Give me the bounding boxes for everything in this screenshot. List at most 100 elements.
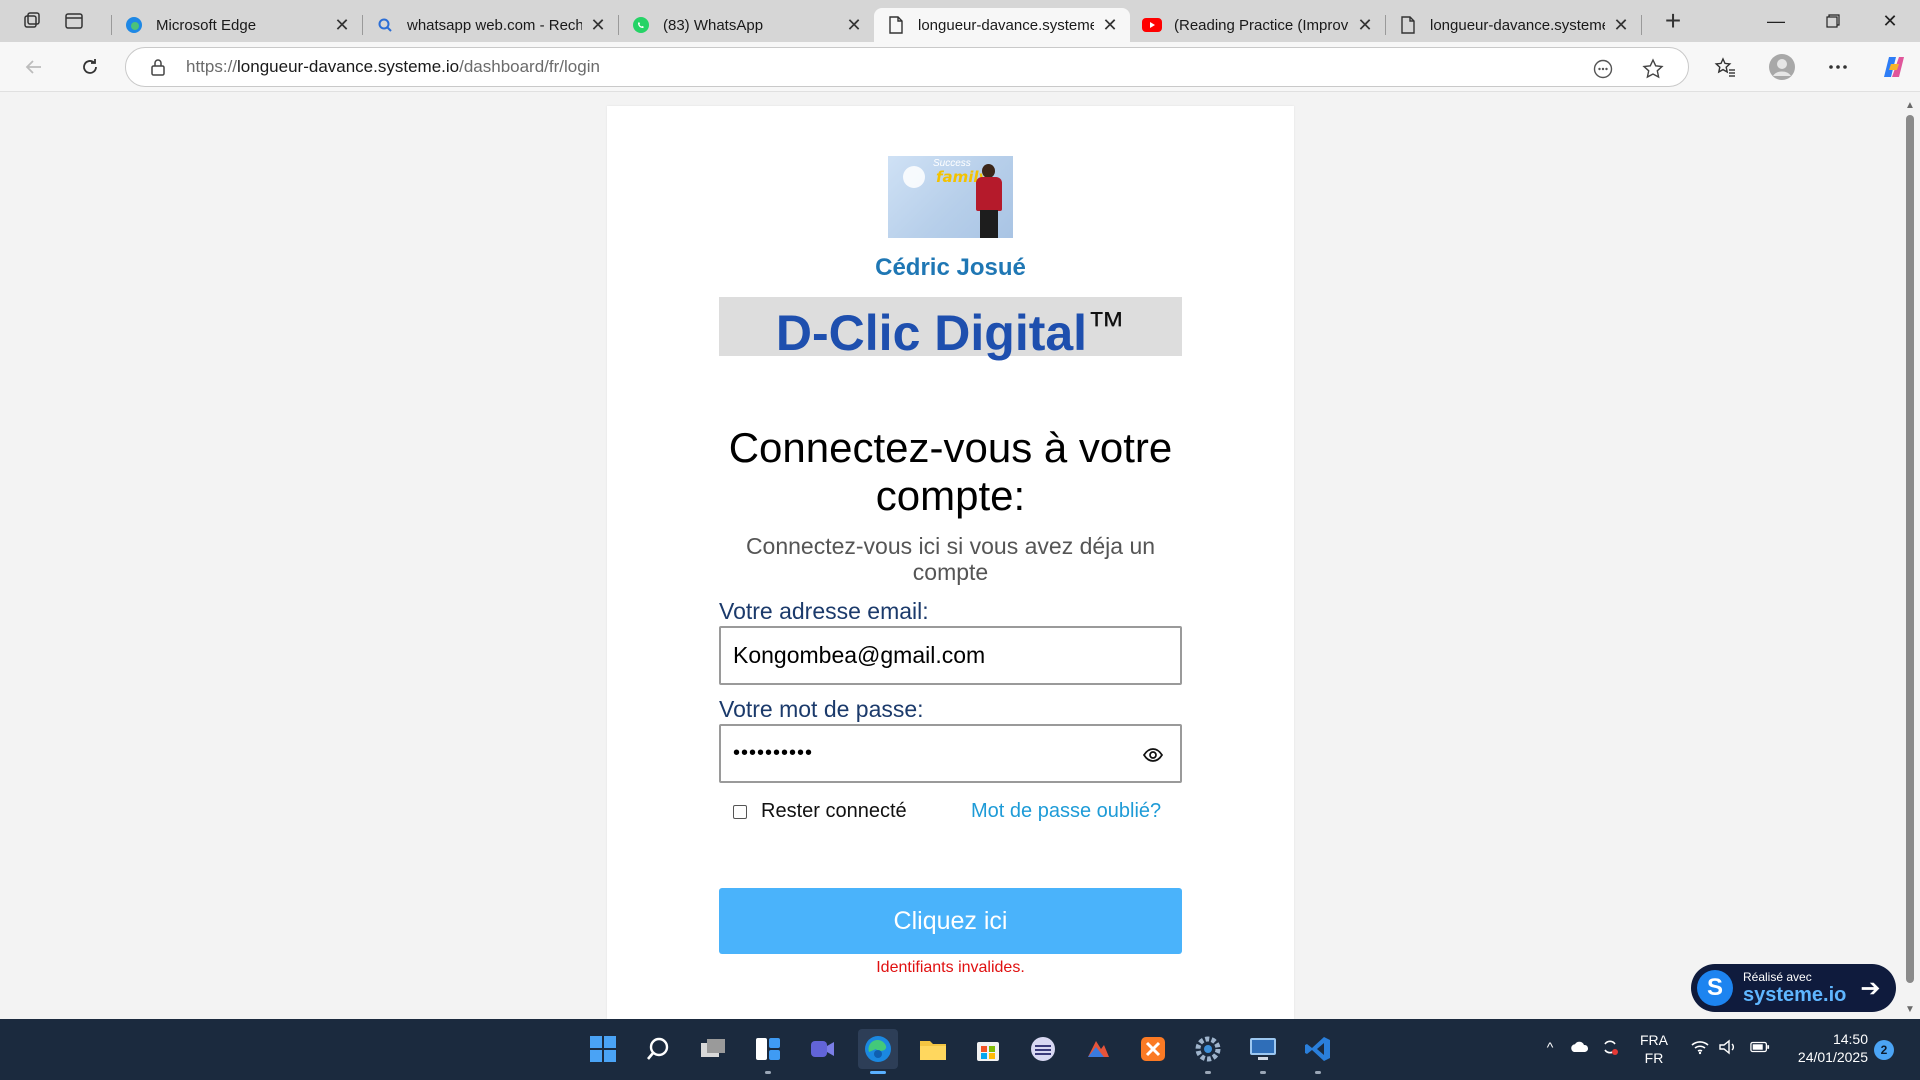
favorite-star-icon[interactable] <box>1642 58 1664 80</box>
url-scheme: https:// <box>186 57 238 76</box>
search-icon[interactable] <box>638 1029 678 1069</box>
profile-avatar-icon[interactable] <box>1764 49 1800 85</box>
minimize-button[interactable]: — <box>1748 0 1804 42</box>
tab-whatsapp-search[interactable]: whatsapp web.com - Recherche ✕ <box>363 8 618 42</box>
edge-taskbar-icon[interactable] <box>858 1029 898 1074</box>
refresh-button[interactable] <box>72 49 108 85</box>
favorites-icon[interactable] <box>1707 49 1743 85</box>
teams-icon[interactable] <box>803 1029 843 1069</box>
forgot-password-link[interactable]: Mot de passe oublié? <box>971 800 1161 823</box>
lock-icon[interactable] <box>138 58 178 76</box>
tab-actions-icon[interactable] <box>53 0 95 42</box>
sync-icon[interactable] <box>1600 1037 1620 1057</box>
running-indicator <box>1315 1071 1321 1074</box>
notification-count-badge[interactable]: 2 <box>1874 1040 1894 1060</box>
close-tab-icon[interactable]: ✕ <box>844 15 864 35</box>
close-tab-icon[interactable]: ✕ <box>332 15 352 35</box>
language-top: FRA <box>1640 1032 1668 1048</box>
close-tab-icon[interactable]: ✕ <box>1355 15 1375 35</box>
edge-icon <box>124 15 144 35</box>
logo-circle-graphic <box>903 166 925 188</box>
scroll-down-arrow-icon[interactable]: ▼ <box>1904 1003 1916 1015</box>
search-icon <box>375 15 395 35</box>
running-indicator <box>870 1071 886 1074</box>
scroll-up-arrow-icon[interactable]: ▲ <box>1904 99 1916 111</box>
browser-toolbar: https://longueur-davance.systeme.io/dash… <box>0 42 1920 92</box>
page-viewport: Success family Cédric Josué D-Clic Digit… <box>0 93 1900 1019</box>
url-path: /dashboard/fr/login <box>459 57 600 76</box>
language-bottom: FR <box>1644 1050 1664 1066</box>
copilot-icon[interactable] <box>1876 49 1912 85</box>
show-password-eye-icon[interactable] <box>1142 744 1164 766</box>
page-scrollbar[interactable]: ▲ ▼ <box>1900 93 1920 1019</box>
app-icon[interactable] <box>1078 1029 1118 1069</box>
visual-studio-icon[interactable] <box>1298 1029 1338 1074</box>
file-explorer-icon[interactable] <box>913 1029 953 1069</box>
submit-button[interactable]: Cliquez ici <box>719 888 1182 954</box>
restore-button[interactable] <box>1805 0 1861 42</box>
brand-name: D-Clic Digital <box>775 305 1088 361</box>
settings-more-icon[interactable] <box>1820 49 1856 85</box>
systeme-logo-icon: S <box>1697 970 1733 1006</box>
brand-photo-logo: Success family <box>888 156 1013 238</box>
made-with-systeme-badge[interactable]: S Réalisé avec systeme.io ➔ <box>1691 964 1896 1012</box>
password-field[interactable]: •••••••••• <box>719 724 1182 783</box>
password-value: •••••••••• <box>733 742 814 764</box>
email-value: Kongombea@gmail.com <box>733 642 986 668</box>
password-label: Votre mot de passe: <box>719 696 924 722</box>
person-figure <box>976 164 1002 238</box>
widgets-icon[interactable] <box>748 1029 788 1074</box>
running-indicator <box>1205 1071 1211 1074</box>
close-tab-icon[interactable]: ✕ <box>1100 15 1120 35</box>
task-view-icon[interactable] <box>693 1029 733 1069</box>
app-icon[interactable] <box>1023 1029 1063 1069</box>
person-legs <box>980 210 998 238</box>
brand-banner: D-Clic Digital™ <box>719 297 1182 361</box>
tab-title: Microsoft Edge <box>156 16 257 34</box>
scrollbar-thumb[interactable] <box>1906 115 1914 983</box>
language-indicator[interactable]: FRA FR <box>1636 1031 1672 1067</box>
remember-me-checkbox[interactable] <box>733 804 747 819</box>
wifi-icon[interactable] <box>1690 1037 1710 1057</box>
url-host: longueur-davance.systeme.io <box>237 57 460 76</box>
chevron-up-icon[interactable]: ^ <box>1540 1037 1560 1057</box>
email-field[interactable]: Kongombea@gmail.com <box>719 626 1182 685</box>
remember-me-label: Rester connecté <box>761 800 907 822</box>
settings-icon[interactable] <box>1188 1029 1228 1074</box>
person-jacket <box>976 177 1002 211</box>
tab-title: longueur-davance.systeme.io <box>918 16 1094 34</box>
close-tab-icon[interactable]: ✕ <box>588 15 608 35</box>
email-label: Votre adresse email: <box>719 598 929 624</box>
start-icon[interactable] <box>583 1029 623 1069</box>
tab-microsoft-edge[interactable]: Microsoft Edge ✕ <box>112 8 362 42</box>
xampp-icon[interactable] <box>1133 1029 1173 1069</box>
tab-reading-practice[interactable]: (Reading Practice (Improve ✕ <box>1130 8 1385 42</box>
close-window-button[interactable]: ✕ <box>1862 0 1918 42</box>
url-text[interactable]: https://longueur-davance.systeme.io/dash… <box>186 57 600 77</box>
more-actions-circle-icon[interactable] <box>1592 58 1614 80</box>
clock-time: 14:50 <box>1832 1031 1868 1047</box>
new-tab-button[interactable]: + <box>1652 0 1694 42</box>
close-tab-icon[interactable]: ✕ <box>1611 15 1631 35</box>
error-message: Identifiants invalides. <box>876 959 1025 976</box>
clock[interactable]: 14:50 24/01/2025 <box>1780 1030 1868 1066</box>
store-icon[interactable] <box>968 1029 1008 1069</box>
address-bar[interactable]: https://longueur-davance.systeme.io/dash… <box>125 47 1689 87</box>
tab-longueur-davance-active[interactable]: longueur-davance.systeme.io ✕ <box>874 8 1130 42</box>
remember-me[interactable]: Rester connecté <box>733 800 907 823</box>
badge-text: Réalisé avec systeme.io <box>1743 971 1846 1005</box>
tab-whatsapp[interactable]: (83) WhatsApp ✕ <box>619 8 874 42</box>
running-indicator <box>765 1071 771 1074</box>
page-icon <box>1398 15 1418 35</box>
battery-icon[interactable] <box>1750 1037 1770 1057</box>
back-button[interactable] <box>16 49 52 85</box>
tab-longueur-davance[interactable]: longueur-davance.systeme.io ✕ <box>1386 8 1641 42</box>
tab-separator <box>1641 15 1642 35</box>
tab-title: longueur-davance.systeme.io <box>1430 16 1605 34</box>
remote-desktop-icon[interactable] <box>1243 1029 1283 1074</box>
clock-date: 24/01/2025 <box>1797 1049 1868 1065</box>
volume-icon[interactable] <box>1718 1037 1738 1057</box>
onedrive-icon[interactable] <box>1570 1037 1590 1057</box>
workspaces-icon[interactable] <box>11 0 53 42</box>
trademark-symbol: ™ <box>1087 305 1126 347</box>
